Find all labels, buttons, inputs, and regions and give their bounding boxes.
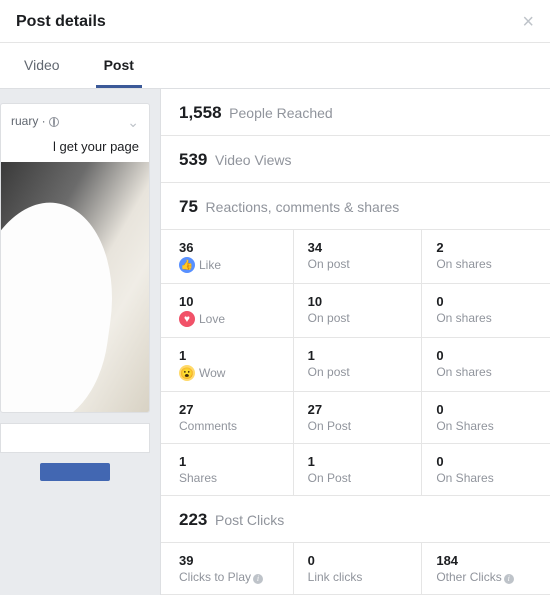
cell-comments-onpost: 27 On Post	[293, 392, 422, 443]
cell-clicks-to-play: 39 Clicks to Playi	[161, 543, 293, 594]
content-area: ruary · ⌄ l get your page 1,558 People R…	[0, 89, 550, 595]
row-clicks-breakdown: 39 Clicks to Playi 0 Link clicks 184 Oth…	[161, 543, 550, 595]
stat-video-views: 539 Video Views	[161, 136, 550, 183]
wow-icon: 😮	[179, 365, 195, 381]
post-text-fragment: l get your page	[1, 139, 149, 162]
like-icon: 👍	[179, 257, 195, 273]
row-shares: 1 Shares 1 On Post 0 On Shares	[161, 444, 550, 496]
cell-link-clicks: 0 Link clicks	[293, 543, 422, 594]
boost-post-button[interactable]	[40, 463, 110, 481]
globe-icon	[49, 117, 59, 127]
tab-post[interactable]: Post	[96, 43, 142, 88]
post-details-modal: Post details × Video Post ruary · ⌄ l ge…	[0, 0, 550, 595]
cell-comments-total: 27 Comments	[161, 392, 293, 443]
cell-love-onpost: 10 On post	[293, 284, 422, 337]
post-preview-column: ruary · ⌄ l get your page	[0, 89, 160, 595]
chevron-down-icon[interactable]: ⌄	[127, 114, 139, 131]
cell-shares-onpost: 1 On Post	[293, 444, 422, 495]
tab-video[interactable]: Video	[16, 43, 68, 88]
row-comments: 27 Comments 27 On Post 0 On Shares	[161, 392, 550, 444]
cell-like-onshares: 2 On shares	[421, 230, 550, 283]
modal-header: Post details ×	[0, 0, 550, 43]
row-wow: 1 😮Wow 1 On post 0 On shares	[161, 338, 550, 392]
close-icon[interactable]: ×	[522, 12, 534, 32]
love-icon: ♥	[179, 311, 195, 327]
stat-people-reached: 1,558 People Reached	[161, 89, 550, 136]
post-video-thumbnail[interactable]	[1, 162, 149, 412]
modal-title: Post details	[16, 13, 106, 31]
stat-post-clicks: 223 Post Clicks	[161, 496, 550, 543]
info-icon[interactable]: i	[504, 574, 514, 584]
info-icon[interactable]: i	[253, 574, 263, 584]
post-preview-card: ruary · ⌄ l get your page	[0, 103, 150, 413]
tab-bar: Video Post	[0, 43, 550, 89]
row-like: 36 👍Like 34 On post 2 On shares	[161, 230, 550, 284]
cell-wow-onpost: 1 On post	[293, 338, 422, 391]
cell-wow-total: 1 😮Wow	[161, 338, 293, 391]
cell-love-onshares: 0 On shares	[421, 284, 550, 337]
row-love: 10 ♥Love 10 On post 0 On shares	[161, 284, 550, 338]
cell-love-total: 10 ♥Love	[161, 284, 293, 337]
post-timestamp: ruary ·	[11, 114, 59, 128]
cell-comments-onshares: 0 On Shares	[421, 392, 550, 443]
stats-panel: 1,558 People Reached 539 Video Views 75 …	[160, 89, 550, 595]
cell-shares-onshares: 0 On Shares	[421, 444, 550, 495]
cell-like-total: 36 👍Like	[161, 230, 293, 283]
cell-wow-onshares: 0 On shares	[421, 338, 550, 391]
cell-like-onpost: 34 On post	[293, 230, 422, 283]
cell-shares-total: 1 Shares	[161, 444, 293, 495]
post-below-card	[0, 423, 150, 453]
stat-engagements: 75 Reactions, comments & shares	[161, 183, 550, 230]
cell-other-clicks: 184 Other Clicksi	[421, 543, 550, 594]
